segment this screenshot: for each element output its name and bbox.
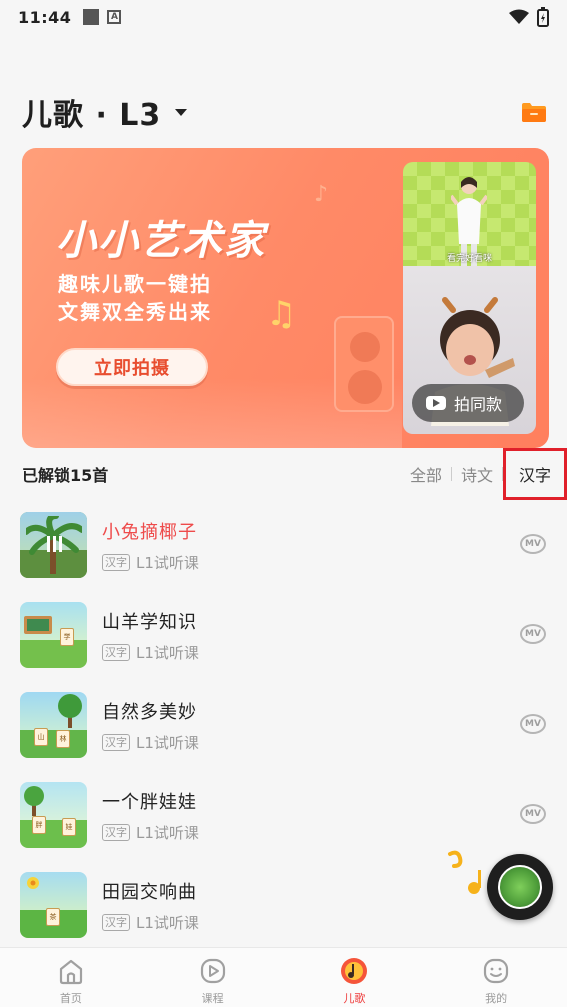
notification-square-icon <box>83 9 100 25</box>
filter-tabs: 全部 诗文 汉字 <box>401 448 567 500</box>
song-title: 田园交响曲 <box>102 881 197 903</box>
nav-home[interactable]: 首页 <box>0 948 142 1007</box>
song-level: L1试听课 <box>136 643 199 662</box>
a-badge-icon: A <box>107 10 122 24</box>
video-caption: 看完好看咪 <box>446 254 492 264</box>
music-note-icon: ♫ <box>266 294 297 334</box>
list-item[interactable]: 小兔摘椰子 汉字 L1试听课 MV <box>0 500 567 590</box>
shoot-same-button[interactable]: 拍同款 <box>412 384 524 422</box>
unlocked-count: 已解锁15首 <box>22 466 109 485</box>
music-note-icon: ♪ <box>314 182 329 207</box>
mv-button[interactable]: MV <box>520 534 546 554</box>
music-notes-decoration <box>448 850 481 894</box>
mv-button[interactable]: MV <box>520 804 546 824</box>
mv-button[interactable]: MV <box>520 624 546 644</box>
song-thumbnail <box>20 512 87 578</box>
character-card: 娃 <box>62 818 76 836</box>
video-play-icon <box>426 396 446 410</box>
page-header: 儿歌 · L3 <box>22 90 547 134</box>
banner-subtitle-2: 文舞双全秀出来 <box>58 300 212 324</box>
song-level: L1试听课 <box>136 553 199 572</box>
shoot-same-label: 拍同款 <box>454 395 503 414</box>
song-thumbnail: 胖 娃 <box>20 782 87 848</box>
pause-icon <box>45 536 63 554</box>
demo-video-preview[interactable]: 看完好看咪 <box>403 162 536 266</box>
song-title: 一个胖娃娃 <box>102 791 197 813</box>
flower-icon <box>27 877 39 889</box>
song-thumbnail: 学 <box>20 602 87 668</box>
speaker-decoration <box>334 316 394 412</box>
smile-face-icon <box>484 958 509 984</box>
folder-icon[interactable] <box>521 101 547 123</box>
list-item[interactable]: 山 林 自然多美妙 汉字 L1试听课 MV <box>0 680 567 770</box>
play-circle-icon <box>200 958 225 984</box>
music-disc-icon <box>341 958 368 984</box>
song-title: 小兔摘椰子 <box>102 521 197 543</box>
album-disc-icon <box>498 865 542 909</box>
character-card: 茶 <box>46 908 60 926</box>
nav-profile[interactable]: 我的 <box>425 948 567 1007</box>
song-level: L1试听课 <box>136 823 199 842</box>
song-level: L1试听课 <box>136 913 199 932</box>
mv-button[interactable]: MV <box>520 714 546 734</box>
floating-music-player[interactable] <box>487 854 553 920</box>
category-tag: 汉字 <box>102 913 130 931</box>
battery-icon <box>537 7 549 27</box>
chalkboard-icon <box>24 616 52 634</box>
status-time: 11:44 <box>18 7 72 27</box>
song-level: L1试听课 <box>136 733 199 752</box>
character-card: 学 <box>60 628 74 646</box>
nav-label: 课程 <box>201 992 224 1005</box>
category-tag: 汉字 <box>102 643 130 661</box>
banner-headline: 小小艺术家 <box>56 218 266 264</box>
character-card: 林 <box>56 730 70 748</box>
nav-label: 首页 <box>59 992 82 1005</box>
song-title: 自然多美妙 <box>102 701 197 723</box>
character-card: 山 <box>34 728 48 746</box>
wifi-icon <box>509 9 529 24</box>
tree-icon <box>24 786 44 816</box>
category-tag: 汉字 <box>102 733 130 751</box>
tree-icon <box>58 694 82 728</box>
tab-poetry[interactable]: 诗文 <box>452 462 502 486</box>
list-item[interactable]: 学 山羊学知识 汉字 L1试听课 MV <box>0 590 567 680</box>
shoot-now-button[interactable]: 立即拍摄 <box>56 348 208 386</box>
status-bar: 11:44 A <box>0 0 567 34</box>
tab-characters[interactable]: 汉字 <box>503 448 567 500</box>
banner-subtitle-1: 趣味儿歌一键拍 <box>58 272 212 296</box>
bottom-nav: 首页 课程 儿歌 我的 <box>0 947 567 1007</box>
chevron-down-icon[interactable] <box>175 108 188 116</box>
song-title: 山羊学知识 <box>102 611 197 633</box>
song-thumbnail: 茶 <box>20 872 87 938</box>
level-title[interactable]: 儿歌 · L3 <box>22 90 161 134</box>
home-icon <box>59 959 82 985</box>
promo-banner[interactable]: ♪ ♫ 小小艺术家 趣味儿歌一键拍 文舞双全秀出来 立即拍摄 看完好看咪 拍同款 <box>22 148 549 448</box>
nav-course[interactable]: 课程 <box>142 948 284 1007</box>
character-card: 胖 <box>32 816 46 834</box>
list-item[interactable]: 胖 娃 一个胖娃娃 汉字 L1试听课 MV <box>0 770 567 860</box>
nav-label: 儿歌 <box>343 992 366 1005</box>
nav-label: 我的 <box>485 992 508 1005</box>
song-thumbnail: 山 林 <box>20 692 87 758</box>
tab-all[interactable]: 全部 <box>401 462 451 486</box>
category-tag: 汉字 <box>102 553 130 571</box>
kid-video-preview[interactable]: 拍同款 <box>403 266 536 434</box>
filter-row: 已解锁15首 全部 诗文 汉字 <box>22 448 567 500</box>
nav-songs[interactable]: 儿歌 <box>284 948 426 1007</box>
category-tag: 汉字 <box>102 823 130 841</box>
